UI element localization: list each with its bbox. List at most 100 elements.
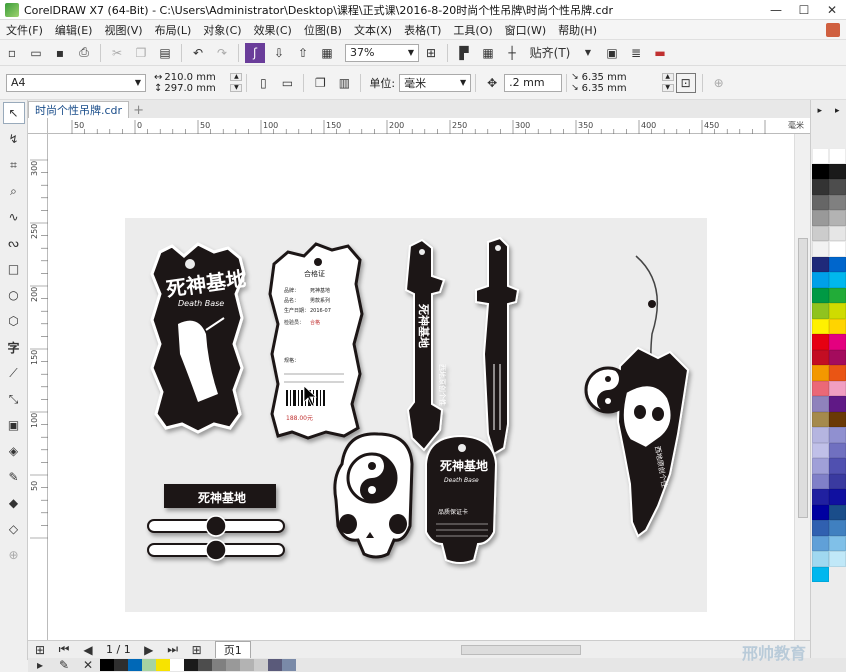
hangtag-reaper[interactable]: 死神基地 Death Base <box>150 242 247 434</box>
interactive-fill-icon[interactable]: ◆ <box>3 492 25 514</box>
add-page-end-icon[interactable]: ⊞ <box>187 640 207 660</box>
palette-menu-icon[interactable]: ▸ <box>30 655 50 672</box>
landscape-icon[interactable]: ▭ <box>277 73 297 93</box>
color-swatch[interactable] <box>812 427 829 443</box>
dup-y-spinner[interactable]: ▼ <box>661 84 674 92</box>
fullscreen-icon[interactable]: ⊞ <box>421 43 441 63</box>
nudge-input[interactable]: .2 mm <box>504 73 563 92</box>
grid-icon[interactable]: ▦ <box>478 43 498 63</box>
new-tab-icon[interactable]: + <box>133 103 144 118</box>
scroll-thumb[interactable] <box>798 238 808 518</box>
page-tab[interactable]: 页1 <box>214 640 251 659</box>
eyedropper-icon[interactable]: ✎ <box>54 655 74 672</box>
smart-fill-icon[interactable]: ◇ <box>3 518 25 540</box>
color-swatch[interactable] <box>829 287 846 303</box>
color-swatch[interactable] <box>829 241 846 257</box>
open-icon[interactable]: ▭ <box>26 43 46 63</box>
copy-icon[interactable]: ❐ <box>131 43 151 63</box>
color-swatch[interactable] <box>812 287 829 303</box>
page-width-input[interactable]: 210.0 mm <box>164 72 228 83</box>
color-swatch[interactable] <box>812 551 829 567</box>
color-swatch[interactable] <box>829 318 846 334</box>
freehand-tool-icon[interactable]: ∿ <box>3 206 25 228</box>
color-swatch[interactable] <box>829 551 846 567</box>
color-swatch[interactable] <box>829 520 846 536</box>
menu-table[interactable]: 表格(T) <box>398 22 447 38</box>
color-swatch[interactable] <box>212 659 226 671</box>
horizontal-scrollbar[interactable] <box>460 644 581 655</box>
transparency-icon[interactable]: ◈ <box>3 440 25 462</box>
color-swatch[interactable] <box>829 272 846 288</box>
page-height-input[interactable]: 297.0 mm <box>164 83 228 94</box>
color-swatch[interactable] <box>829 504 846 520</box>
color-swatch[interactable] <box>829 179 846 195</box>
color-swatch[interactable] <box>829 489 846 505</box>
next-page-icon[interactable]: ▶ <box>139 640 159 660</box>
palette-menu-icon[interactable]: ▸ <box>835 106 840 116</box>
menu-file[interactable]: 文件(F) <box>0 22 49 38</box>
hangtag-skull-yinyang[interactable] <box>333 432 414 559</box>
color-swatch[interactable] <box>812 349 829 365</box>
color-swatch[interactable] <box>812 179 829 195</box>
current-page-icon[interactable]: ▥ <box>334 73 354 93</box>
text-tool-icon[interactable]: 字 <box>3 336 25 358</box>
minimize-button[interactable]: — <box>762 3 790 17</box>
portrait-icon[interactable]: ▯ <box>253 73 273 93</box>
ruler-origin[interactable] <box>28 118 48 134</box>
dup-x-input[interactable]: 6.35 mm <box>582 72 660 83</box>
page-frame-icon[interactable]: ⊡ <box>675 72 696 93</box>
height-spinner[interactable]: ▼ <box>230 84 243 92</box>
color-swatch[interactable] <box>812 489 829 505</box>
snap-label[interactable]: 贴齐(T) <box>526 43 574 63</box>
color-swatch[interactable] <box>226 659 240 671</box>
color-swatch[interactable] <box>812 396 829 412</box>
color-swatch[interactable] <box>829 458 846 474</box>
color-swatch[interactable] <box>100 659 114 671</box>
color-swatch[interactable] <box>812 303 829 319</box>
ellipse-tool-icon[interactable]: ○ <box>3 284 25 306</box>
user-icon[interactable] <box>826 22 840 37</box>
rectangle-tool-icon[interactable]: □ <box>3 258 25 280</box>
pick-tool-icon[interactable]: ↖ <box>2 102 25 124</box>
color-swatch[interactable] <box>812 210 829 226</box>
width-spinner[interactable]: ▲ <box>230 73 243 81</box>
color-swatch[interactable] <box>829 225 846 241</box>
color-swatch[interactable] <box>829 334 846 350</box>
close-button[interactable]: ✕ <box>818 3 846 17</box>
hangtag-strips[interactable]: 死神基地 <box>147 484 285 561</box>
color-swatch[interactable] <box>829 442 846 458</box>
artistic-media-icon[interactable]: ᔓ <box>3 232 25 254</box>
connector-tool-icon[interactable]: ⤡ <box>3 388 25 410</box>
print-icon[interactable]: ⎙ <box>74 43 94 63</box>
menu-tools[interactable]: 工具(O) <box>447 22 498 38</box>
new-icon[interactable]: ▫ <box>2 43 22 63</box>
drawing-canvas[interactable]: 死神基地 Death Base 合格证 品牌： 死神基地 品名： 男款系列 生产… <box>48 134 794 640</box>
horizontal-ruler[interactable]: 50 0 50 100 150 200 250 300 350 400 450 毫米 <box>48 118 810 134</box>
all-pages-icon[interactable]: ❐ <box>310 73 330 93</box>
menu-bitmaps[interactable]: 位图(B) <box>298 22 348 38</box>
options-icon[interactable]: ▣ <box>602 43 622 63</box>
unit-dropdown[interactable]: 毫米 ▼ <box>399 73 472 92</box>
color-swatch[interactable] <box>142 659 156 671</box>
color-swatch[interactable] <box>114 659 128 671</box>
crop-tool-icon[interactable]: ⌗ <box>3 154 25 176</box>
color-swatch[interactable] <box>829 365 846 381</box>
color-swatch[interactable] <box>829 210 846 226</box>
menu-view[interactable]: 视图(V) <box>98 22 148 38</box>
parallel-dimension-icon[interactable]: ⟋ <box>3 362 25 384</box>
color-swatch[interactable] <box>829 473 846 489</box>
palette-swatches[interactable] <box>812 148 846 582</box>
color-swatch[interactable] <box>829 148 846 164</box>
color-swatch[interactable] <box>812 458 829 474</box>
export-icon[interactable]: ⇧ <box>293 43 313 63</box>
guidelines-icon[interactable]: ┼ <box>502 43 522 63</box>
maximize-button[interactable]: ☐ <box>790 3 818 17</box>
color-swatch[interactable] <box>812 241 829 257</box>
color-swatch[interactable] <box>282 659 296 671</box>
color-swatch[interactable] <box>829 411 846 427</box>
color-swatch[interactable] <box>812 365 829 381</box>
menu-window[interactable]: 窗口(W) <box>499 22 552 38</box>
color-swatch[interactable] <box>268 659 282 671</box>
shape-tool-icon[interactable]: ↯ <box>3 128 25 150</box>
zoom-dropdown[interactable]: 37% ▼ <box>345 43 419 62</box>
